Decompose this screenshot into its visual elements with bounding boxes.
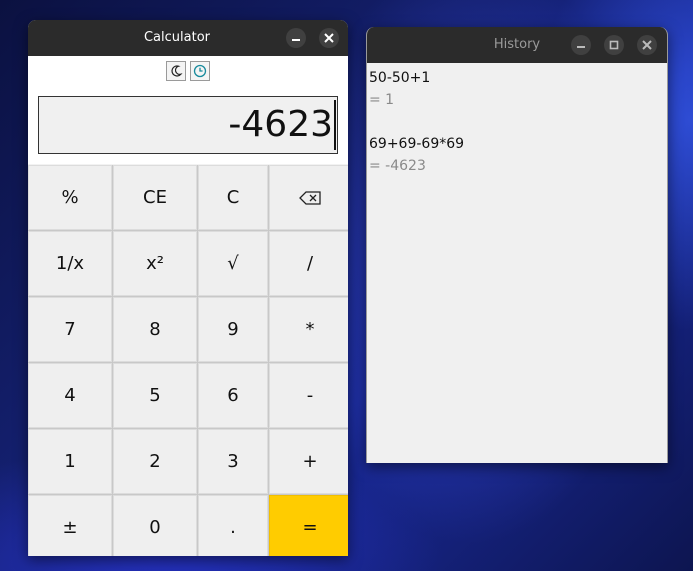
moon-icon — [171, 65, 183, 77]
digit-7-button[interactable]: 7 — [28, 297, 112, 362]
square-button[interactable]: x² — [113, 231, 197, 296]
history-minimize-button[interactable] — [571, 35, 591, 55]
close-icon — [324, 33, 334, 43]
digit-1-button[interactable]: 1 — [28, 429, 112, 494]
theme-toggle-button[interactable] — [166, 61, 186, 81]
close-button[interactable] — [319, 28, 339, 48]
digit-8-button[interactable]: 8 — [113, 297, 197, 362]
history-window: History 50-50+1 = 1 69+69-69*69 = -4623 — [366, 27, 668, 463]
sqrt-button[interactable]: √ — [198, 231, 268, 296]
minimize-icon — [292, 39, 300, 41]
history-close-button[interactable] — [637, 35, 657, 55]
clock-icon — [193, 64, 207, 78]
history-entry[interactable]: 69+69-69*69 = -4623 — [369, 133, 665, 177]
minimize-button[interactable] — [286, 28, 306, 48]
history-expression: 50-50+1 — [369, 70, 431, 86]
history-expression: 69+69-69*69 — [369, 136, 465, 152]
decimal-button[interactable]: . — [198, 495, 268, 556]
history-maximize-button[interactable] — [604, 35, 624, 55]
history-toggle-button[interactable] — [190, 61, 210, 81]
history-titlebar[interactable]: History — [367, 27, 667, 63]
digit-0-button[interactable]: 0 — [113, 495, 197, 556]
reciprocal-button[interactable]: 1/x — [28, 231, 112, 296]
display-value: -4623 — [228, 104, 333, 145]
calculator-window: Calculator -4623 % CE C 1/x x² √ / 7 8 9… — [28, 20, 348, 556]
digit-9-button[interactable]: 9 — [198, 297, 268, 362]
divide-button[interactable]: / — [269, 231, 348, 296]
minimize-icon — [577, 46, 585, 48]
display-area: -4623 — [28, 86, 348, 164]
keypad: % CE C 1/x x² √ / 7 8 9 * 4 5 6 - 1 2 3 … — [28, 165, 348, 556]
multiply-button[interactable]: * — [269, 297, 348, 362]
equals-button[interactable]: = — [269, 495, 348, 556]
add-button[interactable]: + — [269, 429, 348, 494]
history-result: = 1 — [369, 92, 395, 108]
backspace-button[interactable] — [269, 165, 348, 230]
clear-button[interactable]: C — [198, 165, 268, 230]
backspace-icon — [299, 190, 321, 205]
calculator-titlebar[interactable]: Calculator — [28, 20, 348, 56]
calculator-toolbar — [28, 56, 348, 86]
digit-6-button[interactable]: 6 — [198, 363, 268, 428]
digit-5-button[interactable]: 5 — [113, 363, 197, 428]
close-icon — [642, 40, 652, 50]
text-caret — [334, 100, 336, 150]
percent-button[interactable]: % — [28, 165, 112, 230]
history-result: = -4623 — [369, 158, 426, 174]
history-list: 50-50+1 = 1 69+69-69*69 = -4623 — [367, 63, 667, 181]
digit-4-button[interactable]: 4 — [28, 363, 112, 428]
display-field[interactable]: -4623 — [38, 96, 338, 154]
subtract-button[interactable]: - — [269, 363, 348, 428]
history-spacer — [369, 111, 665, 133]
digit-3-button[interactable]: 3 — [198, 429, 268, 494]
history-entry[interactable]: 50-50+1 = 1 — [369, 67, 665, 111]
digit-2-button[interactable]: 2 — [113, 429, 197, 494]
clear-entry-button[interactable]: CE — [113, 165, 197, 230]
maximize-icon — [609, 40, 619, 50]
negate-button[interactable]: ± — [28, 495, 112, 556]
